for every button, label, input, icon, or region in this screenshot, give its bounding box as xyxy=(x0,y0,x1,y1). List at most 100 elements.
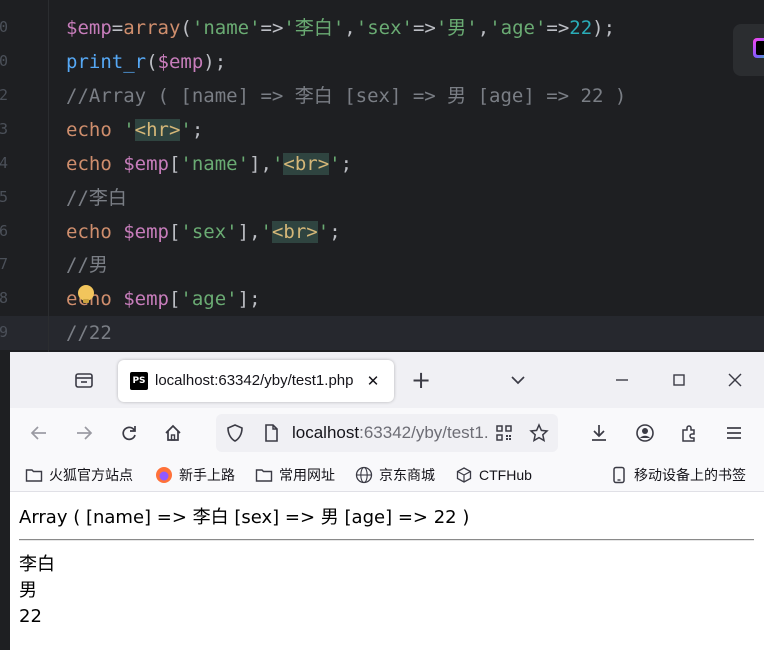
tab-active[interactable]: PS localhost:63342/yby/test1.php ✕ xyxy=(118,360,394,402)
gutter-divider xyxy=(48,0,49,352)
tab-close-icon[interactable]: ✕ xyxy=(362,370,384,392)
code-line[interactable]: echo $emp['sex'],'<br>'; xyxy=(66,216,341,248)
account-icon[interactable] xyxy=(630,418,660,448)
code-token: ], xyxy=(237,221,261,243)
code-token: 'name' xyxy=(180,153,250,175)
code-token: 22 xyxy=(569,17,593,39)
page-info-icon[interactable] xyxy=(256,418,286,448)
code-token: echo xyxy=(66,153,124,175)
code-token: $emp xyxy=(123,153,169,175)
code-token: => xyxy=(546,17,570,39)
code-token: array xyxy=(123,17,181,39)
extensions-icon[interactable] xyxy=(674,418,704,448)
print-r-output: Array ( [name] => 李白 [sex] => 男 [age] =>… xyxy=(19,507,470,528)
menu-icon[interactable] xyxy=(719,418,749,448)
code-token: <br> xyxy=(271,221,318,243)
code-token: , xyxy=(344,17,356,39)
reload-button[interactable] xyxy=(114,418,144,448)
code-token: 'sex' xyxy=(355,17,413,39)
minimize-button[interactable] xyxy=(607,365,637,395)
tab-title: localhost:63342/yby/test1.php xyxy=(155,372,354,389)
bookmark-label: 新手上路 xyxy=(179,467,235,483)
url-host: localhost xyxy=(292,423,360,442)
code-token: //男 xyxy=(66,254,108,276)
code-token: $emp xyxy=(123,221,169,243)
close-window-button[interactable] xyxy=(720,365,750,395)
code-token: ; xyxy=(191,119,204,141)
code-token: $emp xyxy=(123,288,169,310)
line-number: 6 xyxy=(0,222,8,240)
code-token: ' xyxy=(329,153,341,175)
output-age: 22 xyxy=(19,606,42,627)
code-token: , xyxy=(477,17,490,39)
line-number: 4 xyxy=(0,154,8,172)
browser-window: PS localhost:63342/yby/test1.php ✕ + loc… xyxy=(10,352,764,650)
code-token: echo xyxy=(66,119,124,141)
code-token: '李白' xyxy=(283,17,345,39)
code-token: 'age' xyxy=(489,17,547,39)
code-line[interactable]: echo $emp['name'],'<br>'; xyxy=(66,148,352,180)
code-line[interactable]: //李白 xyxy=(66,182,127,214)
bookmark-label: 火狐官方站点 xyxy=(49,467,133,483)
bookmark-label: 常用网址 xyxy=(279,467,335,483)
qr-code-icon[interactable] xyxy=(489,418,519,448)
code-token: 'sex' xyxy=(180,221,238,243)
code-token: ' xyxy=(271,153,284,175)
code-line[interactable]: echo $emp['age']; xyxy=(66,283,261,315)
code-token: echo xyxy=(66,288,124,310)
line-number: 5 xyxy=(0,188,8,206)
code-line[interactable]: //男 xyxy=(66,249,108,281)
download-icon[interactable] xyxy=(584,418,614,448)
code-token: $emp xyxy=(157,51,204,73)
new-tab-button[interactable]: + xyxy=(406,365,436,395)
home-button[interactable] xyxy=(158,418,188,448)
bookmark-star-icon[interactable] xyxy=(524,418,554,448)
code-token: 'age' xyxy=(180,288,238,310)
code-token: ; xyxy=(329,221,341,243)
code-token: ); xyxy=(203,51,227,73)
forward-button[interactable] xyxy=(69,418,99,448)
bookmarks-toolbar: 火狐官方站点 新手上路 常用网址 京东商城 CTFHub 移动设备上的书签 xyxy=(10,458,764,492)
page-content: Array ( [name] => 李白 [sex] => 男 [age] =>… xyxy=(10,493,764,650)
list-all-tabs-icon[interactable] xyxy=(503,365,533,395)
code-token: 'name' xyxy=(191,17,261,39)
address-bar[interactable]: localhost:63342/yby/test1.php xyxy=(216,414,558,452)
output-sex: 男 xyxy=(19,580,37,601)
code-token: ' xyxy=(180,119,192,141)
output-name: 李白 xyxy=(19,554,55,575)
line-number: 3 xyxy=(0,120,8,138)
code-token: [ xyxy=(168,288,181,310)
url-text[interactable]: localhost:63342/yby/test1.php xyxy=(292,414,488,452)
code-token: ]; xyxy=(237,288,261,310)
code-line[interactable]: $emp=array('name'=>'李白','sex'=>'男','age'… xyxy=(66,12,615,44)
code-token: print_r xyxy=(66,51,147,73)
code-line[interactable]: //Array ( [name] => 李白 [sex] => 男 [age] … xyxy=(66,80,626,112)
code-token: [ xyxy=(168,153,181,175)
shield-icon[interactable] xyxy=(220,418,250,448)
line-number: 0 xyxy=(0,52,8,70)
code-token: => xyxy=(260,17,284,39)
code-line[interactable]: //22 xyxy=(66,317,112,349)
code-token: = xyxy=(111,17,124,39)
horizontal-rule xyxy=(19,539,754,541)
code-token: <hr> xyxy=(134,119,181,141)
code-token: ( xyxy=(180,17,192,39)
back-button[interactable] xyxy=(24,418,54,448)
globe-icon xyxy=(355,466,373,484)
phpstorm-favicon-icon: PS xyxy=(130,372,148,390)
code-token: ' xyxy=(123,119,135,141)
lightbulb-icon[interactable] xyxy=(78,285,94,303)
firefox-view-icon[interactable] xyxy=(69,365,99,395)
maximize-button[interactable] xyxy=(664,365,694,395)
navigation-toolbar: localhost:63342/yby/test1.php xyxy=(10,408,764,458)
code-token: ( xyxy=(146,51,158,73)
code-line[interactable]: print_r($emp); xyxy=(66,46,226,78)
code-token: //Array ( [name] => 李白 [sex] => 男 [age] … xyxy=(66,85,627,107)
code-editor[interactable]: 0023456789 $emp=array('name'=>'李白','sex'… xyxy=(0,0,764,352)
code-line[interactable]: echo '<hr>'; xyxy=(66,114,203,146)
url-path: :63342/yby/test1.php xyxy=(359,423,488,442)
code-token: ' xyxy=(260,221,272,243)
phpstorm-icon[interactable] xyxy=(733,24,764,76)
bookmark-label: 京东商城 xyxy=(379,467,435,483)
line-number-gutter: 0 0 2 3 4 5 6 7 8 9 xyxy=(0,0,20,352)
